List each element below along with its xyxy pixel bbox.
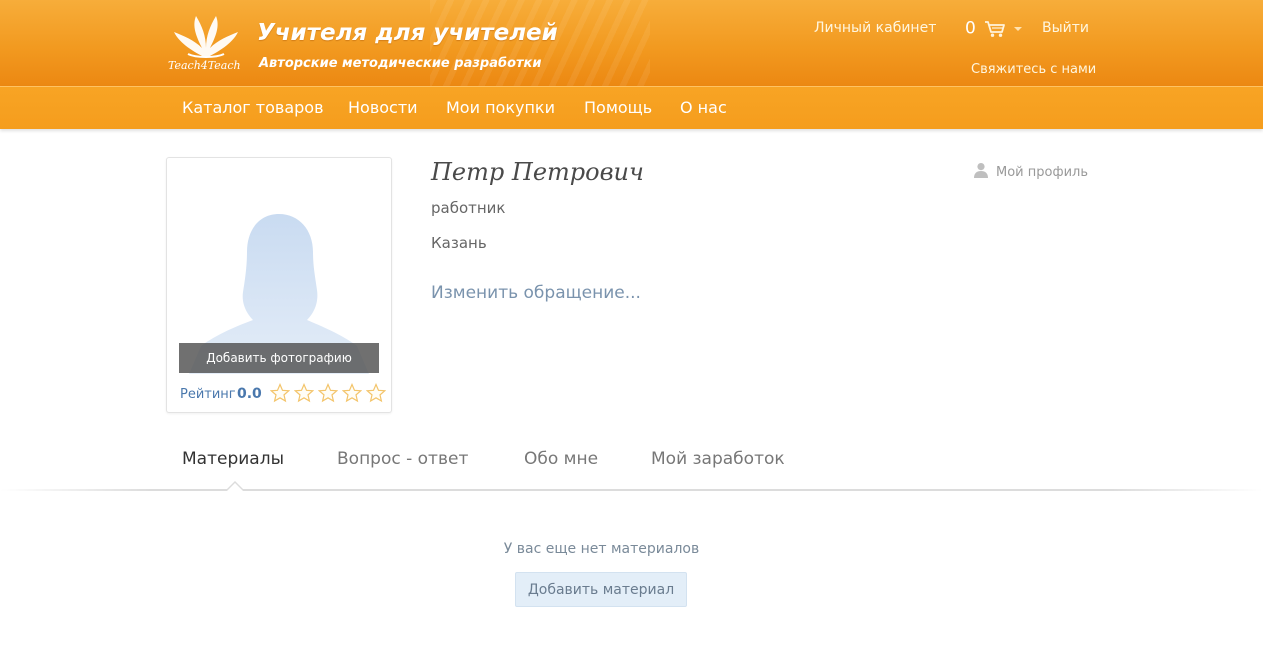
logo-text: Teach4Teach (168, 59, 241, 72)
tab-earnings[interactable]: Мой заработок (651, 449, 785, 469)
user-name: Петр Петрович (431, 158, 644, 186)
tab-materials[interactable]: Материалы (182, 449, 284, 469)
empty-materials-message: У вас еще нет материалов (503, 541, 700, 557)
rating-stars (270, 383, 387, 407)
user-position: работник (431, 199, 506, 217)
star-icon (366, 383, 387, 403)
my-profile-label: Мой профиль (996, 165, 1088, 180)
nav-item-my-purchases[interactable]: Мои покупки (446, 98, 555, 117)
main-nav: Каталог товаров Новости Мои покупки Помо… (0, 86, 1263, 129)
nav-item-news[interactable]: Новости (348, 98, 418, 117)
star-icon (270, 383, 290, 403)
logout-link[interactable]: Выйти (1042, 20, 1089, 36)
nav-item-about[interactable]: О нас (680, 98, 727, 117)
contact-link[interactable]: Свяжитесь с нами (971, 62, 1096, 77)
user-icon (974, 163, 988, 178)
user-city: Казань (431, 234, 487, 252)
rating-label: Рейтинг (180, 387, 236, 402)
tabs-divider (0, 489, 1263, 491)
add-photo-button[interactable]: Добавить фотографию (179, 343, 379, 373)
nav-item-catalog[interactable]: Каталог товаров (182, 98, 324, 117)
account-link[interactable]: Личный кабинет (814, 20, 936, 36)
site-header: Teach4Teach Учителя для учителей Авторск… (0, 0, 1263, 86)
cart-icon (984, 20, 1005, 37)
star-icon (294, 383, 315, 403)
nav-item-help[interactable]: Помощь (584, 98, 652, 117)
profile-card: Добавить фотографию Рейтинг 0.0 (166, 157, 392, 413)
site-subtitle: Авторские методические разработки (259, 56, 542, 71)
active-tab-indicator (226, 481, 244, 491)
star-icon (342, 383, 363, 403)
star-icon (318, 383, 339, 403)
chevron-down-icon (1014, 26, 1023, 31)
change-address-link[interactable]: Изменить обращение... (431, 283, 641, 303)
cart-button[interactable]: 0 (965, 18, 1023, 40)
tab-questions[interactable]: Вопрос - ответ (337, 449, 468, 469)
cart-count: 0 (965, 18, 976, 39)
rating-value: 0.0 (237, 386, 262, 402)
my-profile-link[interactable]: Мой профиль (973, 162, 1088, 180)
site-title[interactable]: Учителя для учителей (257, 20, 558, 46)
tab-about-me[interactable]: Обо мне (524, 449, 598, 469)
add-material-button[interactable]: Добавить материал (515, 572, 687, 607)
